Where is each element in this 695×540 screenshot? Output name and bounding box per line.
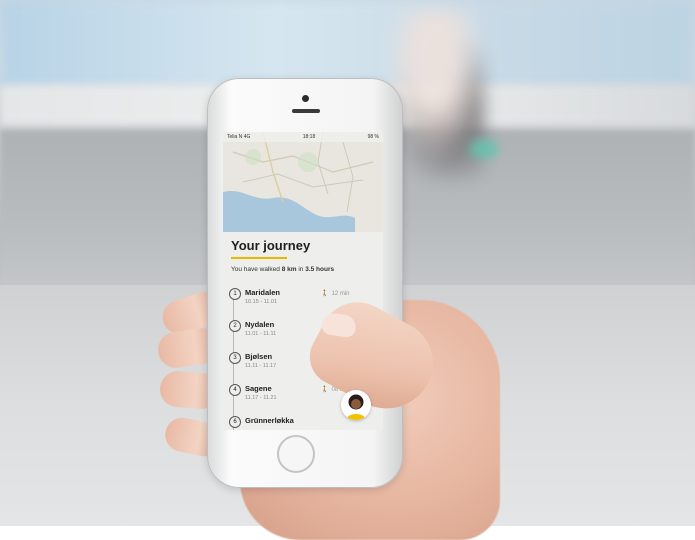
stop-name: Sagene <box>245 384 272 393</box>
stop-name: Maridalen <box>245 288 281 297</box>
walking-person-icon: 🚶 <box>321 387 329 393</box>
background-sky <box>0 0 695 90</box>
title-underline <box>231 257 287 259</box>
status-carrier: Telia N 4G <box>227 134 251 140</box>
speaker-grille <box>292 109 320 113</box>
home-button[interactable] <box>277 435 315 473</box>
stop-time: 11.01 - 11.11 <box>245 331 277 337</box>
stop-time: 11.17 - 11.21 <box>245 395 277 401</box>
stop-time: 11.11 - 11.17 <box>245 363 277 369</box>
front-camera-icon <box>302 95 309 102</box>
stop-duration: 🚶 12 min <box>321 291 350 297</box>
stop-name: Grünnerløkka <box>245 416 294 425</box>
smartphone: Telia N 4G 18:18 98 % Your journey You h… <box>207 78 403 488</box>
stop-number: 4 <box>229 384 241 396</box>
blurred-shoe <box>470 140 498 158</box>
walking-person-icon: 🚶 <box>321 291 329 297</box>
route-map[interactable] <box>223 132 383 232</box>
status-bar: Telia N 4G 18:18 98 % <box>223 132 383 142</box>
stop-number: 3 <box>229 352 241 364</box>
stop-name: Nydalen <box>245 320 275 329</box>
stop-name: Bjølsen <box>245 352 273 361</box>
status-battery: 98 % <box>367 134 379 140</box>
journey-summary: You have walked 8 km in 3.5 hours <box>231 266 335 273</box>
journey-title: Your journey <box>231 238 311 253</box>
user-avatar-icon[interactable] <box>341 390 371 420</box>
avatar-graphic <box>341 390 371 420</box>
stop-time: 10.15 - 11.01 <box>245 299 278 305</box>
stop-number: 1 <box>229 288 241 300</box>
map-graphic <box>223 132 383 232</box>
stop-number: 2 <box>229 320 241 332</box>
status-time: 18:18 <box>302 134 316 140</box>
stop-number: 6 <box>229 416 241 428</box>
